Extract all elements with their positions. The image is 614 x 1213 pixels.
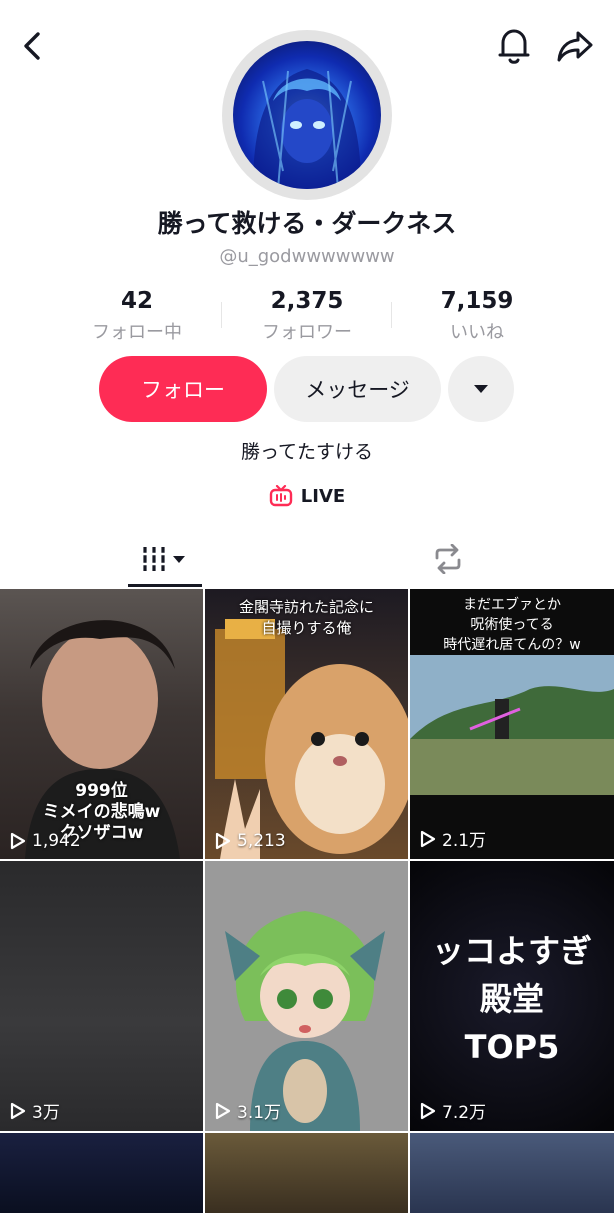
video-caption: まだエブァとか 呪術使ってる 時代遅れ居てんの？w [443, 597, 581, 653]
tab-reposts[interactable] [428, 530, 468, 588]
video-tile[interactable]: 3.1万 [205, 861, 408, 1131]
view-count-text: 1,942 [32, 831, 81, 851]
profile-handle: @u_godwwwwwww [219, 246, 395, 267]
avatar[interactable] [222, 30, 392, 200]
view-count: 3万 [10, 1098, 60, 1123]
play-icon [215, 832, 231, 850]
stat-label: フォロー中 [92, 322, 182, 343]
more-button[interactable] [448, 356, 514, 422]
play-icon [10, 1102, 26, 1119]
bell-icon [498, 29, 530, 64]
message-button[interactable]: メッセージ [274, 356, 441, 422]
video-caption: ッコよすぎ 殿堂 TOP5 [431, 932, 592, 1066]
tab-videos[interactable] [128, 530, 202, 588]
stat-value: 2,375 [270, 288, 344, 314]
video-tile[interactable]: ッコよすぎ 殿堂 TOP5 7.2万 [410, 861, 614, 1131]
play-icon [10, 832, 26, 850]
stat-likes[interactable]: 7,159 いいね [392, 288, 562, 344]
live-link[interactable]: LIVE [0, 485, 614, 507]
view-count-text: 3.1万 [237, 1103, 282, 1123]
video-tile[interactable] [0, 1133, 203, 1213]
stat-value: 7,159 [440, 288, 514, 314]
repost-icon [435, 544, 461, 574]
avatar-image [233, 41, 381, 189]
stats-row: 42 フォロー中 2,375 フォロワー 7,159 いいね [52, 288, 562, 344]
stat-label: いいね [450, 322, 504, 343]
stat-following[interactable]: 42 フォロー中 [52, 288, 222, 344]
caret-down-icon [474, 385, 488, 393]
stat-followers[interactable]: 2,375 フォロワー [222, 288, 392, 344]
view-count-text: 2.1万 [442, 831, 487, 851]
play-icon [215, 1102, 231, 1119]
view-count: 7.2万 [420, 1098, 486, 1123]
video-tile[interactable] [205, 1133, 408, 1213]
video-thumbnail [225, 911, 385, 1131]
video-grid: 999位 ミメイの悲鳴w クソザコw 1,942 金閣寺訪れた記念に 自撮りする… [0, 589, 614, 1213]
video-tile[interactable] [410, 1133, 614, 1213]
video-caption: 金閣寺訪れた記念に 自撮りする俺 [238, 598, 374, 637]
profile-bio: 勝ってたすける [240, 441, 374, 463]
video-grid-icon [142, 547, 185, 571]
play-icon [420, 1102, 436, 1119]
share-button[interactable] [554, 26, 596, 66]
view-count: 2.1万 [420, 826, 486, 851]
tab-active-indicator [128, 584, 202, 587]
video-tile[interactable]: 3万 [0, 861, 203, 1131]
share-arrow-icon [557, 31, 593, 62]
view-count-text: 3万 [32, 1103, 60, 1123]
view-count-text: 7.2万 [442, 1103, 487, 1123]
stat-value: 42 [120, 288, 153, 314]
play-icon [420, 830, 436, 847]
video-tile[interactable]: まだエブァとか 呪術使ってる 時代遅れ居てんの？w 2.1万 [410, 589, 614, 859]
video-tile[interactable]: 金閣寺訪れた記念に 自撮りする俺 5,213 [205, 589, 408, 859]
back-button[interactable] [14, 28, 50, 64]
live-tv-icon [269, 485, 292, 507]
view-count-text: 5,213 [237, 831, 286, 851]
view-count: 1,942 [10, 831, 81, 851]
stat-label: フォロワー [262, 322, 352, 343]
follow-button[interactable]: フォロー [99, 356, 267, 422]
content-tabs [0, 530, 614, 588]
video-tile[interactable]: 999位 ミメイの悲鳴w クソザコw 1,942 [0, 589, 203, 859]
chevron-left-icon [24, 32, 40, 60]
view-count: 5,213 [215, 831, 286, 851]
live-label: LIVE [300, 485, 346, 507]
view-count: 3.1万 [215, 1098, 281, 1123]
profile-name: 勝って救ける・ダークネス [157, 209, 457, 238]
notification-button[interactable] [494, 24, 534, 68]
